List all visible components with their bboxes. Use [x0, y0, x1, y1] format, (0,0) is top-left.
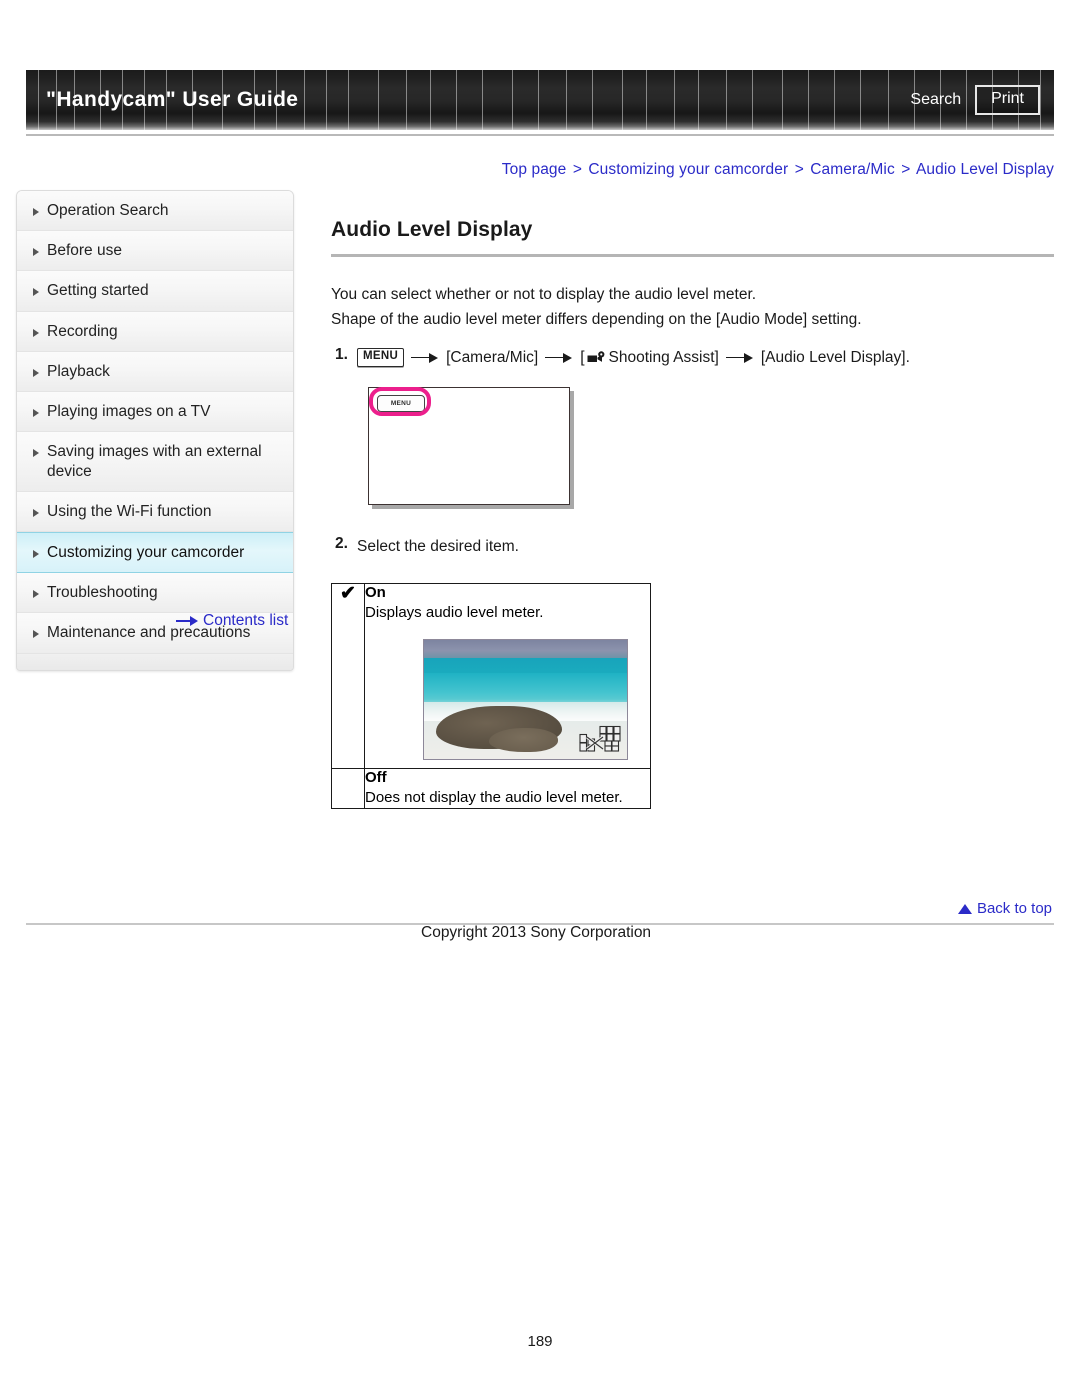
arrow-right-icon — [725, 352, 754, 364]
breadcrumb-item-top-page[interactable]: Top page — [502, 161, 567, 178]
menu-button-icon: MENU — [357, 348, 405, 367]
menu-screenshot-figure: MENU — [368, 387, 576, 513]
search-link[interactable]: Search — [910, 91, 961, 109]
sidebar-item-label: Playback — [47, 362, 110, 380]
selected-indicator-cell: ✔ — [331, 582, 365, 769]
sidebar-item-label: Recording — [47, 322, 118, 340]
sidebar-item-label: Troubleshooting — [47, 584, 158, 602]
site-title: "Handycam" User Guide — [46, 88, 299, 111]
step-1-audio-level-display: [Audio Level Display]. — [760, 349, 910, 367]
arrow-right-icon — [545, 352, 573, 364]
sidebar-item-before-use[interactable]: Before use — [17, 231, 293, 272]
back-to-top-link[interactable]: Back to top — [957, 900, 1052, 917]
sidebar-item-label: Customizing your camcorder — [47, 543, 245, 561]
header-divider — [26, 134, 1054, 136]
step-1-number: 1. — [335, 346, 348, 364]
audio-level-meter-icon — [579, 725, 621, 752]
sidebar-item-using-wifi-function[interactable]: Using the Wi-Fi function — [17, 491, 293, 532]
photo-sea-far — [424, 657, 627, 674]
title-divider — [331, 254, 1054, 257]
step-2: 2. Select the desired item. — [331, 535, 1054, 558]
sidebar-item-label: Before use — [47, 242, 122, 260]
header-actions: Search Print — [910, 85, 1040, 115]
table-row: Off Does not display the audio level met… — [331, 767, 651, 810]
option-title-off: Off — [365, 768, 387, 786]
option-description-on: Displays audio level meter. — [365, 603, 544, 621]
intro-paragraph-2: Shape of the audio level meter differs d… — [331, 311, 862, 329]
breadcrumb-item-customizing[interactable]: Customizing your camcorder — [588, 161, 788, 178]
sidebar-item-recording[interactable]: Recording — [17, 311, 293, 352]
step-2-number: 2. — [335, 535, 348, 553]
sidebar-footer-pad — [17, 653, 293, 670]
camcorder-screen-mock: MENU — [368, 387, 570, 506]
step-1-text: MENU [Camera/Mic] [ Shooting Assist] [Au… — [357, 346, 910, 369]
step-1: 1. MENU [Camera/Mic] [ Shooting Assist] … — [331, 346, 1054, 369]
step-2-text: Select the desired item. — [357, 538, 519, 556]
sidebar-item-operation-search[interactable]: Operation Search — [17, 191, 293, 232]
sidebar-item-label: Using the Wi-Fi function — [47, 502, 212, 520]
page-number: 189 — [527, 1333, 553, 1350]
breadcrumb-item-camera-mic[interactable]: Camera/Mic — [810, 161, 895, 178]
sidebar-item-label: Playing images on a TV — [47, 403, 211, 421]
copyright-text: Copyright 2013 Sony Corporation — [421, 924, 652, 941]
sidebar-item-label: Operation Search — [47, 202, 169, 219]
arrow-right-icon — [176, 616, 198, 626]
contents-list-link[interactable]: Contents list — [176, 612, 288, 630]
sidebar-item-label: Getting started — [47, 282, 149, 300]
step-1-shooting-assist: Shooting Assist] — [608, 349, 719, 367]
selected-indicator-cell — [331, 767, 365, 810]
breadcrumb-separator: > — [794, 161, 804, 178]
sidebar-item-label: Saving images with an external device — [47, 443, 262, 480]
option-description-off: Does not display the audio level meter. — [365, 788, 623, 806]
breadcrumb: Top page > Customizing your camcorder > … — [502, 161, 1054, 179]
sidebar-item-getting-started[interactable]: Getting started — [17, 271, 293, 312]
site-header: "Handycam" User Guide Search Print — [26, 70, 1054, 130]
back-to-top-label: Back to top — [976, 900, 1052, 917]
breadcrumb-separator: > — [572, 161, 582, 178]
triangle-up-icon — [957, 903, 972, 914]
shooting-assist-icon — [587, 350, 606, 365]
photo-sky — [424, 639, 627, 658]
step-1-bracket-open: [ — [580, 349, 585, 367]
contents-list-label: Contents list — [203, 612, 289, 629]
checkmark-icon: ✔ — [340, 582, 356, 604]
sidebar-nav: Operation Search Before use Getting star… — [16, 190, 294, 671]
screen-menu-button-icon[interactable]: MENU — [377, 395, 425, 413]
page-title: Audio Level Display — [331, 218, 533, 241]
sidebar-item-playing-images-on-a-tv[interactable]: Playing images on a TV — [17, 392, 293, 433]
option-cell-on[interactable]: On Displays audio level meter. — [364, 582, 651, 769]
print-button[interactable]: Print — [975, 85, 1040, 115]
breadcrumb-item-current[interactable]: Audio Level Display — [916, 161, 1054, 178]
step-1-camera-mic: [Camera/Mic] — [446, 349, 539, 367]
sidebar-item-saving-images-external-device[interactable]: Saving images with an external device — [17, 432, 293, 492]
example-photo — [423, 638, 628, 760]
sidebar-item-customizing-your-camcorder[interactable]: Customizing your camcorder — [17, 531, 293, 574]
option-cell-off[interactable]: Off Does not display the audio level met… — [364, 767, 651, 810]
intro-paragraph-1: You can select whether or not to display… — [331, 286, 757, 303]
option-title-on: On — [365, 583, 386, 601]
table-row: ✔ On Displays audio level meter. — [331, 582, 651, 769]
sidebar-item-playback[interactable]: Playback — [17, 351, 293, 393]
arrow-right-icon — [411, 352, 439, 364]
sidebar-item-troubleshooting[interactable]: Troubleshooting — [17, 573, 293, 614]
main-content: Audio Level Display You can select wheth… — [331, 218, 1054, 810]
breadcrumb-separator: > — [901, 161, 911, 178]
photo-rock-secondary — [488, 727, 558, 752]
options-table: ✔ On Displays audio level meter. Off Doe… — [331, 582, 651, 810]
